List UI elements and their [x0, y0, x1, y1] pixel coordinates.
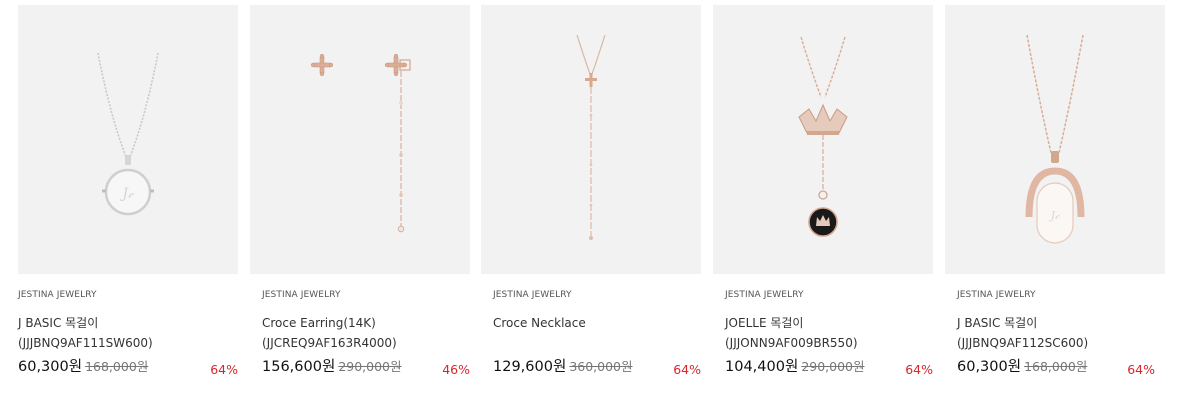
- brand-label: JESTINA JEWELRY: [957, 290, 1036, 300]
- product-card[interactable]: JESTINA JEWELRY JOELLE 목걸이 (JJJONN9AF009…: [713, 5, 934, 377]
- discount-badge: 64%: [905, 362, 933, 377]
- price-row: 60,300원 168,000원: [18, 355, 148, 375]
- product-name[interactable]: Croce Necklace: [493, 313, 586, 333]
- original-price: 168,000원: [1024, 359, 1088, 374]
- product-name[interactable]: J BASIC 목걸이 (JJJBNQ9AF111SW600): [18, 313, 153, 353]
- product-image[interactable]: [481, 5, 701, 274]
- product-card[interactable]: J𝒸 JESTINA JEWELRY J BASIC 목걸이 (JJJBNQ9A…: [945, 5, 1166, 377]
- price-row: 156,600원 290,000원: [262, 355, 402, 375]
- product-image[interactable]: [713, 5, 933, 274]
- product-name[interactable]: JOELLE 목걸이 (JJJONN9AF009BR550): [725, 313, 934, 353]
- product-image[interactable]: [250, 5, 470, 274]
- sale-price: 129,600원: [493, 359, 567, 375]
- sale-price: 60,300원: [957, 359, 1022, 375]
- silver-coin-pendant-necklace-icon: J𝒸: [97, 52, 159, 216]
- price-row: 60,300원 168,000원: [957, 355, 1087, 375]
- discount-badge: 64%: [1127, 362, 1155, 377]
- svg-text:J𝒸: J𝒸: [119, 186, 135, 202]
- brand-label: JESTINA JEWELRY: [725, 290, 804, 300]
- product-name-line: J BASIC 목걸이: [18, 316, 99, 330]
- product-name[interactable]: J BASIC 목걸이 (JJJBNQ9AF112SC600): [957, 313, 1166, 353]
- original-price: 290,000원: [801, 359, 865, 374]
- discount-badge: 46%: [442, 362, 470, 377]
- cross-lariat-necklace-icon: [576, 34, 606, 240]
- cross-drop-earrings-icon: [310, 53, 411, 233]
- sale-price: 60,300원: [18, 359, 83, 375]
- original-price: 290,000원: [338, 359, 402, 374]
- sale-price: 104,400원: [725, 359, 799, 375]
- product-card[interactable]: J𝒸 JESTINA JEWELRY J BASIC 목걸이 (JJJBNQ9A…: [18, 5, 239, 377]
- product-image[interactable]: J𝒸: [18, 5, 238, 274]
- original-price: 360,000원: [569, 359, 633, 374]
- discount-badge: 64%: [210, 362, 238, 377]
- product-code-line: (JJCREQ9AF163R4000): [262, 336, 397, 350]
- crown-drop-necklace-icon: [798, 36, 848, 237]
- brand-label: JESTINA JEWELRY: [262, 290, 341, 300]
- product-name[interactable]: Croce Earring(14K) (JJCREQ9AF163R4000): [262, 313, 397, 353]
- discount-badge: 64%: [673, 362, 701, 377]
- product-image[interactable]: J𝒸: [945, 5, 1165, 274]
- product-card[interactable]: JESTINA JEWELRY Croce Earring(14K) (JJCR…: [250, 5, 471, 377]
- svg-text:J𝒸: J𝒸: [1049, 209, 1060, 222]
- rose-gold-coin-pendant-necklace-icon: J𝒸: [1025, 34, 1085, 244]
- sale-price: 156,600원: [262, 359, 336, 375]
- product-card[interactable]: JESTINA JEWELRY Croce Necklace 129,600원 3…: [481, 5, 702, 377]
- product-name-line: JOELLE 목걸이 (JJJONN9AF009BR550): [725, 316, 858, 350]
- original-price: 168,000원: [85, 359, 149, 374]
- product-name-line: Croce Earring(14K): [262, 316, 376, 330]
- product-name-line: Croce Necklace: [493, 316, 586, 330]
- brand-label: JESTINA JEWELRY: [493, 290, 572, 300]
- brand-label: JESTINA JEWELRY: [18, 290, 97, 300]
- product-code-line: (JJJBNQ9AF111SW600): [18, 336, 153, 350]
- product-name-line: J BASIC 목걸이 (JJJBNQ9AF112SC600): [957, 316, 1089, 350]
- price-row: 129,600원 360,000원: [493, 355, 633, 375]
- price-row: 104,400원 290,000원: [725, 355, 865, 375]
